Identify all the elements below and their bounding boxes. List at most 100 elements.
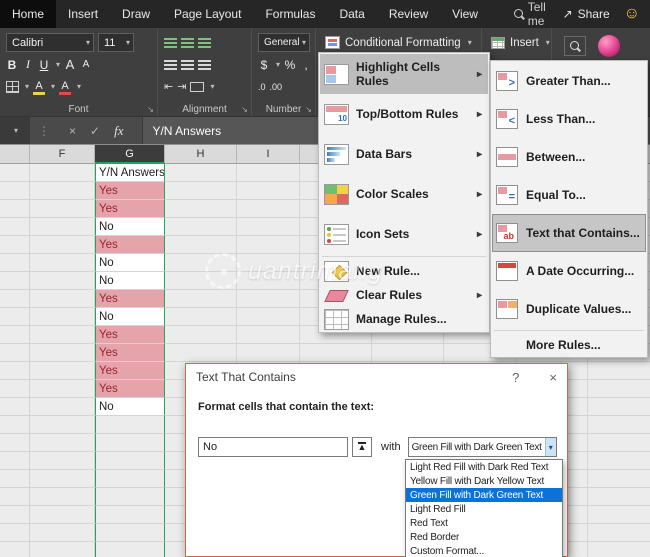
grid-cell[interactable] (0, 236, 30, 254)
grid-cell[interactable] (0, 308, 30, 326)
font-name-select[interactable]: Calibri ▾ (6, 33, 94, 52)
align-middle-icon[interactable] (181, 38, 194, 48)
align-left-icon[interactable] (164, 60, 177, 70)
align-right-icon[interactable] (198, 60, 211, 70)
column-header-i[interactable]: I (237, 145, 300, 164)
grid-cell[interactable]: No (95, 218, 165, 236)
collapse-dialog-button[interactable]: ▲ (352, 437, 372, 457)
grid-cell[interactable]: Yes (95, 380, 165, 398)
grid-cell[interactable] (95, 488, 165, 506)
grid-cell[interactable] (588, 470, 650, 488)
help-button[interactable]: ? (512, 370, 519, 385)
column-header-h[interactable]: H (165, 145, 237, 164)
grid-cell[interactable]: No (95, 254, 165, 272)
chevron-down-icon[interactable]: ▾ (77, 83, 81, 91)
grid-cell[interactable] (237, 236, 300, 254)
grid-cell[interactable] (95, 542, 165, 557)
borders-icon[interactable] (6, 81, 19, 93)
grid-cell[interactable] (95, 524, 165, 542)
grid-cell[interactable] (165, 344, 237, 362)
chevron-down-icon[interactable]: ▾ (210, 83, 214, 91)
option-red-border[interactable]: Red Border (406, 530, 562, 544)
grid-cell[interactable] (588, 524, 650, 542)
grid-cell[interactable]: Yes (95, 326, 165, 344)
grid-cell[interactable] (30, 236, 95, 254)
tab-insert[interactable]: Insert (56, 0, 110, 28)
grid-cell[interactable] (30, 488, 95, 506)
option-light-red-fill-dark-red-text[interactable]: Light Red Fill with Dark Red Text (406, 460, 562, 474)
italic-button[interactable]: I (22, 57, 34, 72)
account-avatar[interactable] (598, 35, 620, 57)
grid-cell[interactable] (0, 470, 30, 488)
grid-cell[interactable]: Yes (95, 200, 165, 218)
grid-cell[interactable]: No (95, 272, 165, 290)
grid-cell[interactable] (237, 182, 300, 200)
grid-cell[interactable] (0, 524, 30, 542)
grid-cell[interactable] (237, 164, 300, 182)
menu-item-color-scales[interactable]: Color Scales ▸ (320, 174, 488, 214)
grid-cell[interactable] (0, 254, 30, 272)
grid-cell[interactable] (0, 218, 30, 236)
alignment-dialog-launcher-icon[interactable]: ↘ (241, 105, 248, 114)
feedback-smiley-icon[interactable]: ☺ (624, 6, 640, 22)
menu-item-icon-sets[interactable]: Icon Sets ▸ (320, 214, 488, 254)
grid-cell[interactable]: Yes (95, 362, 165, 380)
submenu-item-greater-than[interactable]: > Greater Than... (492, 62, 646, 100)
grid-cell[interactable] (30, 362, 95, 380)
grid-cell[interactable] (588, 380, 650, 398)
grid-cell[interactable] (0, 416, 30, 434)
insert-function-icon[interactable]: fx (114, 123, 123, 139)
share-button[interactable]: ↗ Share (563, 7, 610, 21)
align-top-icon[interactable] (164, 38, 177, 48)
grow-font-button[interactable]: A (64, 57, 76, 72)
submenu-item-equal-to[interactable]: = Equal To... (492, 176, 646, 214)
accounting-format-button[interactable]: $ (258, 58, 270, 72)
grid-cell[interactable] (165, 326, 237, 344)
grid-cell[interactable] (0, 290, 30, 308)
column-header-g[interactable]: G (95, 145, 165, 164)
bold-button[interactable]: B (6, 58, 18, 72)
grid-cell[interactable] (165, 236, 237, 254)
tab-review[interactable]: Review (377, 0, 440, 28)
grid-cell[interactable] (237, 272, 300, 290)
grid-cell[interactable] (30, 254, 95, 272)
grid-cell[interactable] (165, 182, 237, 200)
grid-cell[interactable] (588, 416, 650, 434)
grid-cell[interactable] (237, 254, 300, 272)
grid-cell[interactable] (588, 488, 650, 506)
submenu-item-a-date-occurring[interactable]: A Date Occurring... (492, 252, 646, 290)
chevron-down-icon[interactable]: ▾ (51, 83, 55, 91)
grid-cell[interactable] (30, 218, 95, 236)
decrease-indent-icon[interactable]: ⇤ (164, 80, 173, 93)
grid-cell[interactable] (30, 470, 95, 488)
grid-cell[interactable] (95, 452, 165, 470)
grid-cell[interactable] (165, 290, 237, 308)
insert-cells-button[interactable]: Insert ▾ (488, 32, 553, 54)
grid-cell[interactable] (372, 344, 444, 362)
grid-cell[interactable] (0, 380, 30, 398)
submenu-item-duplicate-values[interactable]: Duplicate Values... (492, 290, 646, 328)
grid-cell[interactable] (30, 200, 95, 218)
option-red-text[interactable]: Red Text (406, 516, 562, 530)
grid-cell[interactable] (30, 308, 95, 326)
chevron-down-icon[interactable]: ▾ (56, 61, 60, 69)
shrink-font-button[interactable]: A (80, 59, 92, 70)
grid-cell[interactable] (30, 344, 95, 362)
menu-item-highlight-cells-rules[interactable]: Highlight Cells Rules ▸ (320, 54, 488, 94)
grid-cell[interactable]: Yes (95, 344, 165, 362)
number-format-select[interactable]: General ▾ (258, 33, 310, 52)
grid-cell[interactable] (165, 164, 237, 182)
grid-cell[interactable] (0, 398, 30, 416)
grid-cell[interactable] (588, 542, 650, 557)
grid-cell[interactable] (30, 164, 95, 182)
grid-cell[interactable] (30, 272, 95, 290)
submenu-item-between[interactable]: Between... (492, 138, 646, 176)
grid-cell[interactable] (588, 506, 650, 524)
close-icon[interactable]: × (549, 370, 557, 385)
underline-button[interactable]: U (38, 58, 50, 72)
grid-cell[interactable]: Yes (95, 236, 165, 254)
grid-cell[interactable]: Yes (95, 290, 165, 308)
grid-cell[interactable] (95, 434, 165, 452)
grid-cell[interactable] (588, 434, 650, 452)
tab-view[interactable]: View (440, 0, 490, 28)
